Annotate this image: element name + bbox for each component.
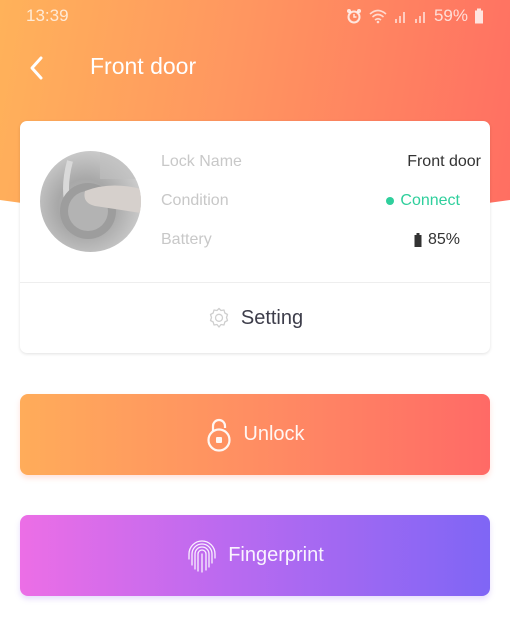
status-bar: 13:39 59%: [0, 0, 510, 32]
setting-label: Setting: [240, 306, 304, 329]
condition-row: Condition Connect: [161, 192, 481, 216]
signal-icon: [394, 12, 405, 23]
lock-photo: [60, 151, 141, 239]
lock-avatar: [40, 151, 141, 252]
alarm-icon: [346, 9, 361, 24]
battery-row: Battery 85%: [161, 231, 481, 255]
chevron-left-icon: [30, 56, 43, 80]
status-time: 13:39: [26, 6, 69, 25]
lock-name-row: Lock Name Front door: [161, 153, 481, 177]
app-bar: Front door: [0, 44, 510, 92]
wifi-icon: [369, 9, 387, 24]
gear-icon: [209, 307, 229, 328]
fingerprint-label: Fingerprint: [228, 544, 324, 566]
battery-icon: [414, 233, 422, 247]
battery-label: Battery: [161, 231, 212, 248]
lock-name-label: Lock Name: [161, 153, 242, 170]
lock-info-card: Lock Name Front door Condition Connect B…: [20, 121, 490, 353]
unlock-button[interactable]: Unlock: [20, 394, 490, 475]
setting-button[interactable]: Setting: [20, 283, 490, 353]
status-dot-icon: [386, 197, 395, 205]
battery-text: 85%: [427, 231, 460, 248]
unlock-icon: [207, 418, 232, 452]
back-button[interactable]: [18, 50, 54, 86]
fingerprint-button[interactable]: Fingerprint: [20, 515, 490, 596]
condition-label: Condition: [161, 192, 229, 209]
battery-icon: [475, 8, 483, 24]
status-icons: 59%: [346, 6, 484, 26]
battery-percent: 59%: [433, 6, 468, 25]
condition-value: Connect: [386, 192, 460, 210]
signal-icon: [414, 12, 425, 23]
fingerprint-icon: [188, 539, 216, 573]
battery-value: 85%: [414, 231, 460, 249]
page-title: Front door: [90, 53, 197, 79]
condition-text: Connect: [400, 192, 460, 209]
lock-name-value: Front door: [407, 153, 481, 170]
unlock-label: Unlock: [243, 423, 305, 445]
